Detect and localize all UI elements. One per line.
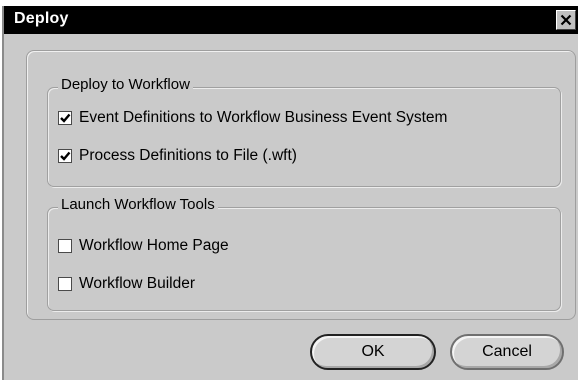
workflow-home-page-label[interactable]: Workflow Home Page bbox=[79, 237, 229, 255]
deploy-to-workflow-group: Deploy to Workflow Event Definitions to … bbox=[47, 76, 561, 187]
workflow-builder-checkbox[interactable] bbox=[58, 277, 72, 291]
process-definitions-label[interactable]: Process Definitions to File (.wft) bbox=[79, 147, 297, 165]
checkmark-icon bbox=[60, 151, 71, 161]
process-definitions-checkbox[interactable] bbox=[58, 149, 72, 163]
dialog-title: Deploy bbox=[14, 10, 69, 27]
checkmark-icon bbox=[60, 113, 71, 123]
workflow-home-page-checkbox[interactable] bbox=[58, 239, 72, 253]
title-bar[interactable]: Deploy bbox=[4, 6, 578, 34]
workflow-builder-label[interactable]: Workflow Builder bbox=[79, 275, 195, 293]
ok-button[interactable]: OK bbox=[310, 334, 436, 370]
event-definitions-label[interactable]: Event Definitions to Workflow Business E… bbox=[79, 109, 447, 127]
launch-workflow-tools-legend: Launch Workflow Tools bbox=[58, 196, 218, 213]
workflow-builder-option[interactable]: Workflow Builder bbox=[58, 274, 195, 294]
event-definitions-option[interactable]: Event Definitions to Workflow Business E… bbox=[58, 108, 447, 128]
event-definitions-checkbox[interactable] bbox=[58, 111, 72, 125]
deploy-to-workflow-legend: Deploy to Workflow bbox=[58, 76, 193, 93]
deploy-window: Deploy Deploy to Workflow Event Definiti… bbox=[0, 0, 578, 382]
cancel-button[interactable]: Cancel bbox=[450, 334, 564, 370]
deploy-dialog: Deploy Deploy to Workflow Event Definiti… bbox=[2, 6, 578, 380]
process-definitions-option[interactable]: Process Definitions to File (.wft) bbox=[58, 146, 297, 166]
close-icon bbox=[560, 14, 572, 26]
workflow-home-page-option[interactable]: Workflow Home Page bbox=[58, 236, 229, 256]
close-button[interactable] bbox=[556, 10, 576, 30]
content-panel: Deploy to Workflow Event Definitions to … bbox=[26, 50, 576, 320]
launch-workflow-tools-group: Launch Workflow Tools Workflow Home Page… bbox=[47, 196, 561, 311]
